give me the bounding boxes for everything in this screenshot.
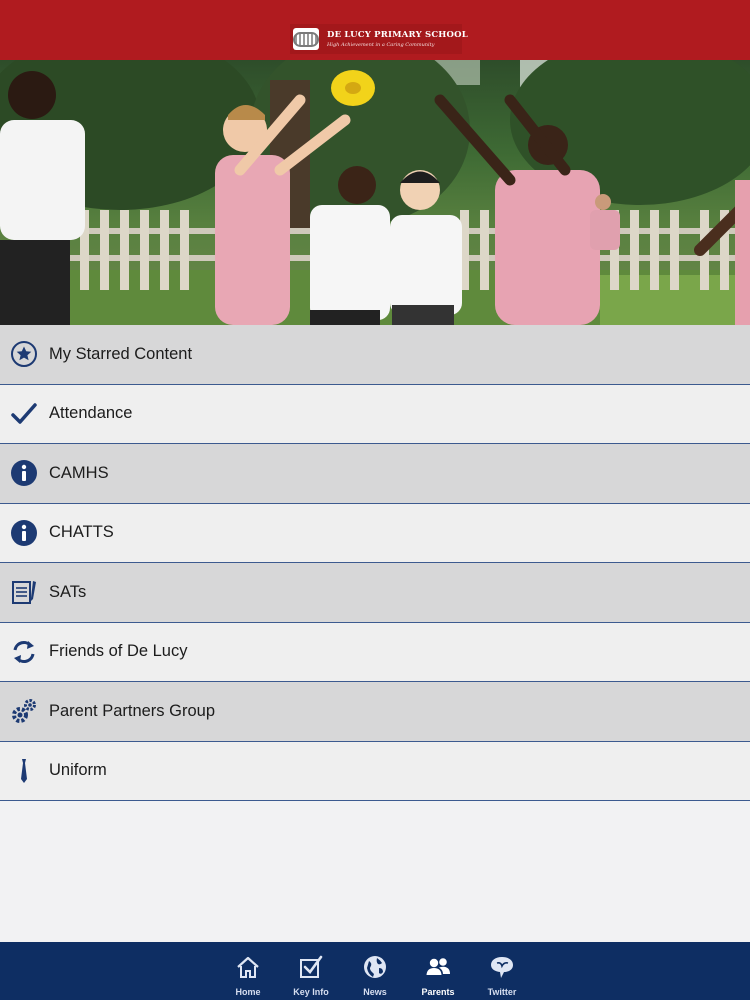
menu-item-label: Parent Partners Group (49, 701, 215, 720)
menu-item-attendance[interactable]: Attendance (0, 384, 750, 444)
checkmark-icon (10, 400, 38, 428)
menu-item-uniform[interactable]: Uniform (0, 741, 750, 801)
info-icon (10, 459, 38, 487)
menu-item-parent-partners-group[interactable]: Parent Partners Group (0, 682, 750, 742)
school-name: DE LUCY PRIMARY SCHOOL (327, 30, 468, 40)
refresh-arrows-icon (10, 638, 38, 666)
gears-icon (10, 697, 38, 725)
app-header: DE LUCY PRIMARY SCHOOL High Achievement … (0, 0, 750, 60)
menu-item-friends-of-de-lucy[interactable]: Friends of De Lucy (0, 622, 750, 682)
people-icon (425, 942, 451, 985)
menu-item-label: CHATTS (49, 523, 114, 542)
menu-item-label: SATs (49, 582, 87, 601)
tab-parents[interactable]: Parents (408, 942, 468, 1000)
menu-item-sats[interactable]: SATs (0, 563, 750, 623)
menu-item-label: My Starred Content (49, 344, 193, 363)
parents-menu-list: My Starred Content Attendance CAMHS CHAT… (0, 325, 750, 801)
tie-icon (10, 757, 38, 785)
menu-item-label: Attendance (49, 404, 133, 423)
hero-photo (0, 60, 750, 325)
menu-item-label: CAMHS (49, 463, 109, 482)
tab-twitter[interactable]: Twitter (472, 942, 532, 1000)
menu-item-my-starred-content[interactable]: My Starred Content (0, 325, 750, 385)
tab-label: Twitter (487, 987, 517, 997)
school-motto: High Achievement in a Caring Community (327, 42, 435, 48)
checkbox-icon (298, 942, 324, 985)
menu-item-label: Uniform (49, 761, 107, 780)
tab-label: Key Info (293, 987, 329, 997)
bottom-tab-bar: Home Key Info News Parents Twitter (0, 942, 750, 1000)
menu-item-camhs[interactable]: CAMHS (0, 444, 750, 504)
tab-label: Parents (421, 987, 455, 997)
tab-key-info[interactable]: Key Info (281, 942, 341, 1000)
tab-home[interactable]: Home (218, 942, 278, 1000)
info-icon (10, 519, 38, 547)
globe-icon (362, 942, 388, 985)
school-crest-icon (293, 28, 319, 50)
menu-item-label: Friends of De Lucy (49, 642, 188, 661)
star-circle-icon (10, 340, 38, 368)
speech-bubble-icon (489, 942, 515, 985)
document-pencil-icon (10, 578, 38, 606)
home-icon (235, 942, 261, 985)
school-logo: DE LUCY PRIMARY SCHOOL High Achievement … (290, 24, 468, 54)
tab-label: Home (235, 987, 261, 997)
menu-item-chatts[interactable]: CHATTS (0, 503, 750, 563)
tab-label: News (363, 987, 387, 997)
tab-news[interactable]: News (345, 942, 405, 1000)
